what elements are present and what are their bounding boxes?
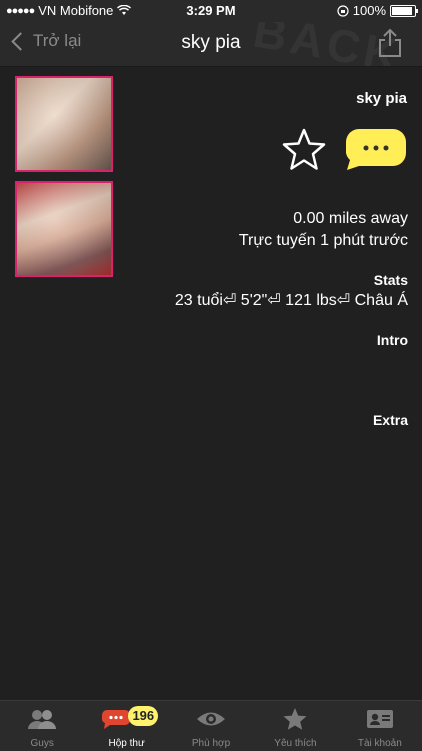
online-status: Trực tuyến 1 phút trước bbox=[238, 232, 408, 249]
profile-photo-1[interactable] bbox=[15, 76, 113, 172]
tab-account[interactable]: Tài khoản bbox=[338, 701, 422, 751]
tab-inbox[interactable]: 196 Hộp thư bbox=[84, 701, 168, 751]
status-right: 100% bbox=[337, 3, 418, 18]
eye-icon bbox=[197, 712, 226, 726]
stats-values: 23 tuổi⏎ 5'2"⏎ 121 lbs⏎ Châu Á bbox=[174, 292, 408, 309]
battery-icon bbox=[390, 4, 418, 17]
tab-match[interactable]: Phù hợp bbox=[169, 701, 253, 751]
tab-label: Yêu thích bbox=[274, 738, 317, 749]
status-bar: ●●●●● VN Mobifone 3:29 PM 100% bbox=[0, 0, 422, 22]
profile-name: sky pia bbox=[356, 90, 407, 107]
tab-label: Tài khoản bbox=[357, 738, 402, 749]
star-icon bbox=[283, 708, 307, 730]
intro-label: Intro bbox=[376, 332, 408, 348]
stats-label: Stats bbox=[373, 272, 408, 288]
message-bubble-icon[interactable] bbox=[345, 127, 407, 171]
tab-label: Phù hợp bbox=[191, 738, 231, 749]
tab-label: Guys bbox=[30, 738, 54, 749]
tab-favorites[interactable]: Yêu thích bbox=[253, 701, 337, 751]
inbox-icon bbox=[102, 710, 131, 729]
share-icon[interactable] bbox=[376, 28, 404, 58]
page-title: sky pia bbox=[181, 32, 241, 53]
extra-label: Extra bbox=[372, 412, 408, 428]
distance-text: 0.00 miles away bbox=[293, 210, 408, 227]
rotation-lock-icon bbox=[337, 4, 349, 17]
battery-percent: 100% bbox=[352, 3, 386, 18]
account-card-icon bbox=[366, 710, 393, 728]
favorite-star-icon[interactable] bbox=[281, 127, 327, 173]
profile-photo-2[interactable] bbox=[15, 181, 113, 277]
tab-bar: Guys 196 Hộp thư Phù hợp Yêu thích Tài k… bbox=[0, 700, 422, 751]
tab-guys[interactable]: Guys bbox=[0, 701, 84, 751]
nav-bar: BACK Trở lại sky pia bbox=[0, 22, 422, 67]
tab-label: Hộp thư bbox=[108, 738, 145, 749]
guys-icon bbox=[28, 710, 57, 729]
unread-badge: 196 bbox=[128, 706, 159, 726]
